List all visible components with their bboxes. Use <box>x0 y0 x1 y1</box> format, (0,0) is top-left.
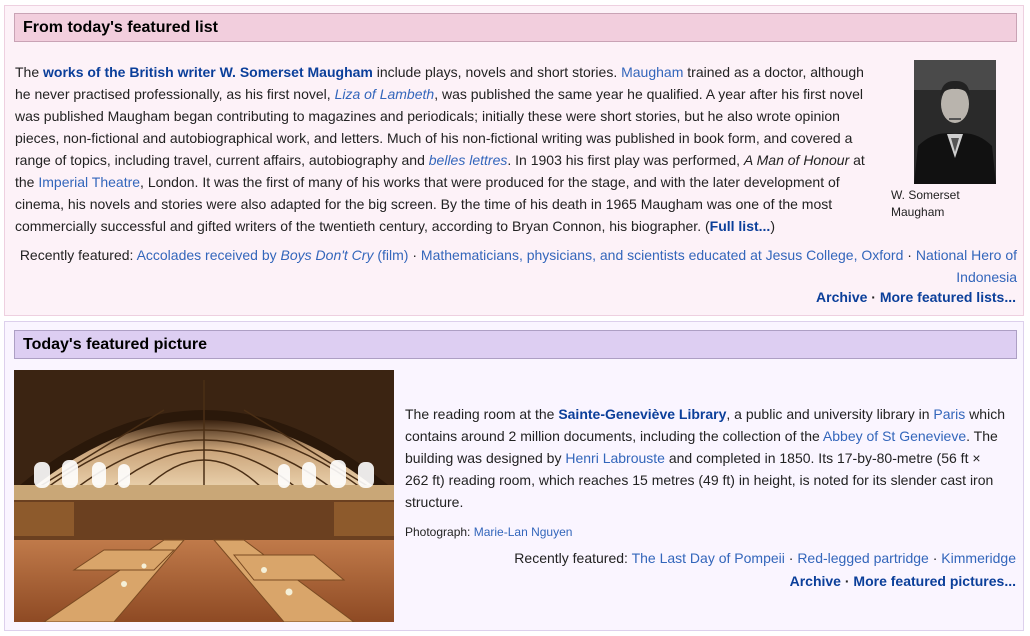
link-maugham[interactable]: Maugham <box>621 64 683 80</box>
more-featured-pictures-link[interactable]: More featured pictures... <box>853 573 1016 589</box>
link-accolades-boys-dont-cry[interactable]: Accolades received by Boys Don't Cry (fi… <box>137 247 409 263</box>
text: The reading room at the <box>405 406 559 422</box>
separator-dot: · <box>903 247 916 263</box>
featured-picture-archive-row: Archive · More featured pictures... <box>790 573 1016 589</box>
link-works-of-maugham[interactable]: works of the British writer W. Somerset … <box>43 64 373 80</box>
separator-dot: · <box>928 550 942 566</box>
link-photographer[interactable]: Marie-Lan Nguyen <box>474 525 573 539</box>
link-last-day-of-pompeii[interactable]: The Last Day of Pompeii <box>632 550 785 566</box>
photo-credit: Photograph: Marie-Lan Nguyen <box>405 525 572 539</box>
link-belles-lettres[interactable]: belles lettres <box>429 152 508 168</box>
link-sainte-genevieve-library[interactable]: Sainte-Geneviève Library <box>558 406 726 422</box>
play-title: A Man of Honour <box>743 152 850 168</box>
archive-link[interactable]: Archive <box>816 289 867 305</box>
featured-picture-recent: Recently featured: The Last Day of Pompe… <box>514 550 1016 566</box>
featured-list-recent: Recently featured: Accolades received by… <box>15 244 1017 288</box>
link-abbey-st-genevieve[interactable]: Abbey of St Genevieve <box>823 428 966 444</box>
credit-label: Photograph: <box>405 525 474 539</box>
maugham-portrait-image[interactable] <box>914 60 996 184</box>
link-text: (film) <box>373 247 409 263</box>
link-henri-labrouste[interactable]: Henri Labrouste <box>565 450 665 466</box>
featured-list-archive-row: Archive · More featured lists... <box>816 289 1016 305</box>
featured-list-panel: From today's featured list The works of … <box>4 5 1024 316</box>
library-reading-room-photo[interactable] <box>14 370 394 622</box>
link-text: Accolades received by <box>136 247 281 263</box>
separator-dot: · <box>840 573 854 589</box>
featured-picture-blurb: The reading room at the Sainte-Geneviève… <box>405 403 1005 513</box>
more-featured-lists-link[interactable]: More featured lists... <box>880 289 1016 305</box>
featured-list-blurb: The works of the British writer W. Somer… <box>15 61 877 237</box>
link-paris[interactable]: Paris <box>933 406 965 422</box>
featured-list-heading: From today's featured list <box>14 13 1017 42</box>
featured-picture-panel: Today's featured picture The reading roo… <box>4 321 1024 631</box>
link-red-legged-partridge[interactable]: Red-legged partridge <box>797 550 929 566</box>
text: . In 1903 his first play was performed, <box>507 152 744 168</box>
text: The <box>15 64 44 80</box>
featured-picture-heading: Today's featured picture <box>14 330 1017 359</box>
recently-featured-label: Recently featured: <box>19 247 137 263</box>
link-liza-of-lambeth[interactable]: Liza of Lambeth <box>335 86 435 102</box>
link-national-hero-indonesia[interactable]: National Hero of Indonesia <box>916 247 1017 285</box>
separator-dot: · <box>867 289 880 305</box>
text: include plays, novels and short stories. <box>372 64 622 80</box>
archive-link[interactable]: Archive <box>790 573 841 589</box>
link-mathematicians-jesus-college[interactable]: Mathematicians, physicians, and scientis… <box>421 247 903 263</box>
portrait-caption: W. Somerset Maugham <box>891 188 960 219</box>
text: , a public and university library in <box>726 406 934 422</box>
separator-dot: · <box>408 247 421 263</box>
link-kimmeridge[interactable]: Kimmeridge <box>941 550 1016 566</box>
link-imperial-theatre[interactable]: Imperial Theatre <box>38 174 140 190</box>
text: ) <box>770 218 775 234</box>
link-text-italic: Boys Don't Cry <box>280 247 374 263</box>
recently-featured-label: Recently featured: <box>514 550 632 566</box>
separator-dot: · <box>784 550 798 566</box>
link-full-list[interactable]: Full list... <box>710 218 771 234</box>
